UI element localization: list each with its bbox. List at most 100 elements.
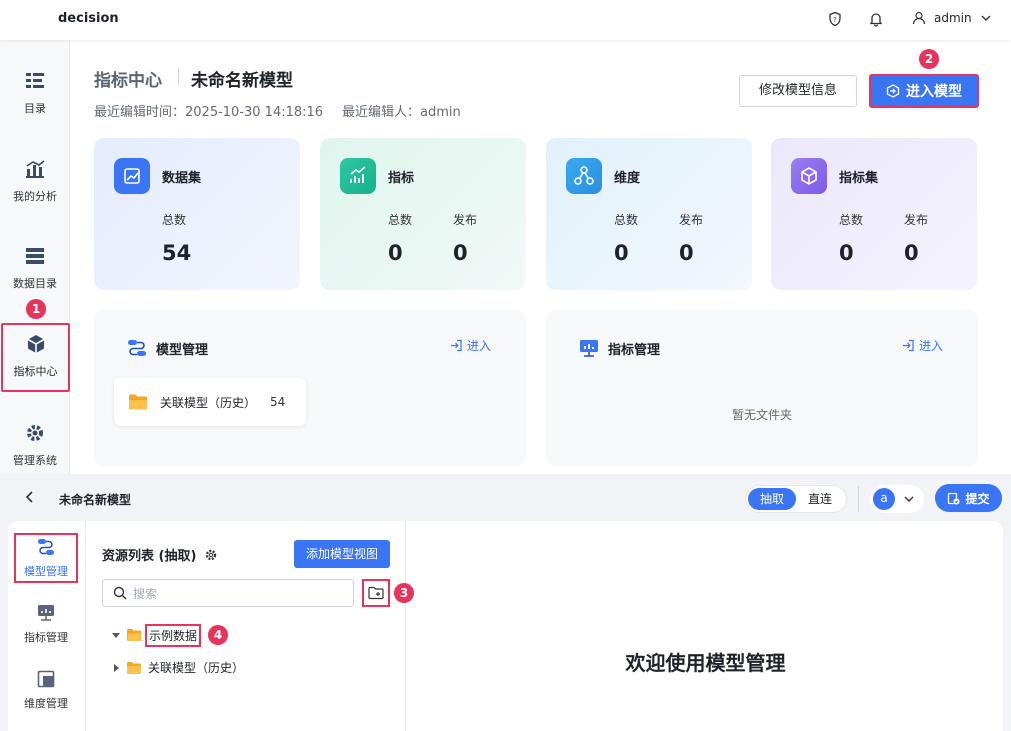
dimension-box-icon <box>37 670 55 688</box>
panel-title: 指标管理 <box>608 342 661 358</box>
brand-name: decision <box>58 11 119 26</box>
enter-model-label: 进入模型 <box>906 84 962 100</box>
card-title: 指标集 <box>839 171 879 186</box>
folder-card[interactable]: 关联模型（历史） 54 <box>114 378 306 426</box>
shield-help-icon[interactable]: ? <box>826 11 844 29</box>
editor-frame: 模型管理 指标管理 维度管理 资源列表 (抽取) 添加模型视图 搜索 3 示例数… <box>8 521 1003 731</box>
mode-direct[interactable]: 直连 <box>796 488 844 510</box>
edit-time: 最近编辑时间：2025-10-30 14:18:16 <box>94 105 324 120</box>
sidebar-item-label: 我的分析 <box>13 190 57 203</box>
presentation-chart-icon <box>580 340 598 357</box>
sidebar-item-data-catalog[interactable]: 数据目录 <box>0 245 70 291</box>
enter-label: 进入 <box>467 339 492 353</box>
panel-header: 模型管理 <box>126 337 208 359</box>
cube-icon <box>791 158 827 194</box>
editor-tab-dimension-management[interactable]: 维度管理 <box>14 669 78 711</box>
back-chevron-icon[interactable] <box>24 490 36 508</box>
stat-label: 发布 <box>679 213 704 227</box>
step-badge-3: 3 <box>394 583 414 603</box>
enter-arrow-icon <box>451 339 462 352</box>
gear-icon[interactable] <box>204 548 218 562</box>
editor-tab-metric-management[interactable]: 指标管理 <box>14 603 78 645</box>
submit-button[interactable]: 提交 <box>935 484 1002 512</box>
metric-trend-icon <box>340 158 376 194</box>
add-folder-icon <box>368 586 384 600</box>
card-title: 指标 <box>388 171 415 186</box>
avatar: a <box>873 488 895 510</box>
tree-item[interactable]: 示例数据 4 <box>112 623 229 647</box>
editor-name: 最近编辑人：admin <box>342 105 461 120</box>
card-title: 数据集 <box>162 171 202 186</box>
breadcrumb-section[interactable]: 指标中心 <box>94 66 162 91</box>
tree-item[interactable]: 关联模型（历史） <box>112 659 244 676</box>
sidebar-item-label: 数据目录 <box>13 277 57 290</box>
search-placeholder: 搜索 <box>133 586 158 601</box>
dimension-card[interactable]: 维度 总数 发布 0 0 <box>546 138 752 290</box>
mode-switch[interactable]: 抽取 直连 <box>746 486 846 512</box>
step-badge-4: 4 <box>208 625 229 645</box>
search-icon <box>113 586 127 600</box>
header-divider <box>858 486 859 512</box>
mode-extract[interactable]: 抽取 <box>748 488 796 510</box>
model-enter-link[interactable]: 进入 <box>450 337 491 354</box>
cubes-icon <box>27 335 44 353</box>
step-badge-1: 1 <box>26 299 46 319</box>
stat-value: 0 <box>614 241 629 265</box>
stat-value: 0 <box>839 241 854 265</box>
metric-set-card[interactable]: 指标集 总数 发布 0 0 <box>771 138 977 290</box>
editor-tab-label: 指标管理 <box>24 631 68 644</box>
stat-label: 发布 <box>904 213 929 227</box>
new-folder-button[interactable] <box>362 579 390 607</box>
metric-management-panel: 指标管理 进入 暂无文件夹 <box>546 310 978 466</box>
search-input[interactable]: 搜索 <box>102 579 354 607</box>
folder-count: 54 <box>270 395 286 409</box>
avatar-menu[interactable]: a <box>870 485 924 513</box>
enter-model-button[interactable]: 进入模型 <box>869 74 979 108</box>
add-model-view-button[interactable]: 添加模型视图 <box>294 540 390 568</box>
sidebar-item-label: 指标中心 <box>13 365 58 378</box>
resource-title: 资源列表 (抽取) <box>102 549 197 564</box>
model-flow-icon <box>128 340 146 356</box>
presentation-chart-icon <box>38 605 54 621</box>
editor-title: 未命名新模型 <box>59 493 132 507</box>
folder-icon <box>129 394 147 410</box>
model-flow-icon <box>38 539 54 555</box>
stat-value: 0 <box>388 241 403 265</box>
sidebar-item-metric-center[interactable]: 指标中心 <box>1 323 70 392</box>
metric-enter-link[interactable]: 进入 <box>902 337 943 354</box>
editor-sidebar: 模型管理 指标管理 维度管理 <box>8 521 86 731</box>
user-menu[interactable]: admin <box>912 11 992 25</box>
resource-header: 资源列表 (抽取) <box>102 545 218 564</box>
folder-name: 关联模型（历史） <box>160 395 257 410</box>
user-icon <box>912 11 926 25</box>
edit-model-info-button[interactable]: 修改模型信息 <box>739 75 857 107</box>
svg-text:?: ? <box>833 16 837 24</box>
editor-tab-label: 模型管理 <box>24 565 68 578</box>
sidebar-item-label: 目录 <box>24 102 46 115</box>
stat-label: 总数 <box>162 213 187 227</box>
stat-value: 0 <box>453 241 468 265</box>
caret-down-icon[interactable] <box>112 631 120 639</box>
step-badge-2: 2 <box>919 49 939 69</box>
chevron-down-icon <box>904 496 914 502</box>
empty-folder-text: 暂无文件夹 <box>731 408 792 422</box>
caret-right-icon[interactable] <box>112 663 120 672</box>
sidebar-item-admin[interactable]: 管理系统 <box>0 422 70 468</box>
sidebar-item-catalog[interactable]: 目录 <box>0 70 70 116</box>
editor-tab-model-management[interactable]: 模型管理 <box>14 533 78 583</box>
tree-item-label: 关联模型（历史） <box>148 661 245 675</box>
metric-card[interactable]: 指标 总数 发布 0 0 <box>320 138 526 290</box>
enter-model-icon <box>886 84 900 98</box>
bell-icon[interactable] <box>867 11 885 29</box>
dataset-icon <box>114 158 150 194</box>
dataset-card[interactable]: 数据集 总数 54 <box>94 138 300 290</box>
enter-label: 进入 <box>919 339 944 353</box>
editor-tab-label: 维度管理 <box>24 697 68 710</box>
stat-value: 0 <box>904 241 919 265</box>
panel-title: 模型管理 <box>156 342 209 358</box>
resource-list: 资源列表 (抽取) 添加模型视图 搜索 3 示例数据 4 关联模型（历史） <box>86 521 414 731</box>
sidebar-item-my-analysis[interactable]: 我的分析 <box>0 158 70 204</box>
user-name: admin <box>934 11 972 25</box>
stat-label: 总数 <box>388 213 413 227</box>
tree-item-label: 示例数据 <box>144 623 202 647</box>
